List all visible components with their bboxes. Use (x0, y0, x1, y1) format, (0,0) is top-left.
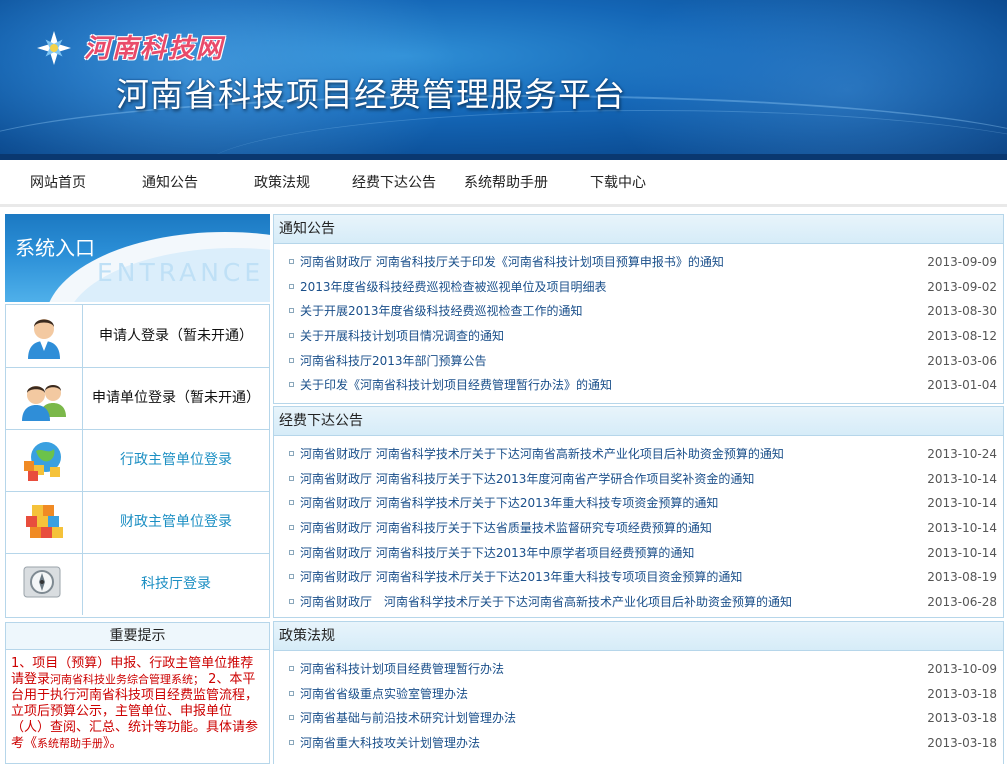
funding-link[interactable]: 河南省财政厅 河南省科技厅关于下达2013年中原学者项目经费预算的通知 (300, 541, 694, 566)
notice-date: 2013-03-06 (927, 353, 997, 368)
list-item: 河南省基础与前沿技术研究计划管理办法 2013-03-18 (274, 706, 1003, 731)
list-item: 河南省财政厅 河南省科学技术厅关于下达河南省高新技术产业化项目后补助资金预算的通… (274, 442, 1003, 467)
funding-panel: 经费下达公告 河南省财政厅 河南省科学技术厅关于下达河南省高新技术产业化项目后补… (273, 406, 1004, 618)
site-logo[interactable]: 河南科技网 (84, 28, 224, 65)
funding-date: 2013-08-19 (927, 570, 997, 585)
policies-list: 河南省科技计划项目经费管理暂行办法 2013-10-09 河南省省级重点实验室管理… (274, 651, 1003, 756)
login-sci-tech-dept[interactable]: 科技厅登录 (6, 553, 269, 615)
notice-link[interactable]: 河南省科技厅2013年部门预算公告 (300, 349, 487, 374)
login-applicant-unit[interactable]: 申请单位登录（暂未开通） (6, 367, 269, 430)
funding-link[interactable]: 河南省财政厅 河南省科学技术厅关于下达河南省高新技术产业化项目后补助资金预算的通… (300, 590, 792, 615)
list-item: 河南省重大科技攻关计划管理办法 2013-03-18 (274, 731, 1003, 756)
policy-date: 2013-03-18 (927, 686, 997, 701)
globe-blocks-icon (24, 442, 61, 481)
login-applicant-unit-label: 申请单位登录（暂未开通） (92, 390, 260, 406)
user-icon (28, 319, 60, 359)
site-title: 河南省科技项目经费管理服务平台 (116, 75, 626, 114)
funding-date: 2013-10-24 (927, 447, 997, 461)
list-item: 河南省科技计划项目经费管理暂行办法 2013-10-09 (274, 657, 1003, 682)
notice-date: 2013-09-09 (927, 255, 997, 269)
login-admin-unit-label: 行政主管单位登录 (120, 452, 232, 468)
list-item: 河南省财政厅 河南省科学技术厅关于下达2013年重大科技专项资金预算的通知 201… (274, 491, 1003, 516)
header-banner: 河南科技网 河南省科技项目经费管理服务平台 (0, 0, 1007, 160)
notice-link[interactable]: 关于印发《河南省科技计划项目经费管理暂行办法》的通知 (300, 373, 612, 398)
nav-notices[interactable]: 通知公告 (142, 172, 198, 192)
entrance-title: 系统入口 (15, 236, 95, 260)
funding-date: 2013-10-14 (927, 496, 997, 511)
policy-link[interactable]: 河南省基础与前沿技术研究计划管理办法 (300, 706, 516, 731)
notice-date: 2013-01-04 (927, 378, 997, 393)
list-item: 河南省科技厅2013年部门预算公告 2013-03-06 (274, 349, 1003, 374)
list-item: 关于印发《河南省科技计划项目经费管理暂行办法》的通知 2013-01-04 (274, 373, 1003, 398)
notice-link[interactable]: 关于开展科技计划项目情况调查的通知 (300, 324, 504, 349)
login-applicant[interactable]: 申请人登录（暂未开通） (6, 305, 269, 368)
policy-date: 2013-03-18 (927, 711, 997, 726)
nav-help-manual[interactable]: 系统帮助手册 (464, 172, 548, 192)
notice-link[interactable]: 河南省财政厅 河南省科技厅关于印发《河南省科技计划项目预算申报书》的通知 (300, 250, 724, 275)
list-item: 河南省财政厅 河南省科学技术厅关于下达河南省高新技术产业化项目后补助资金预算的通… (274, 590, 1003, 615)
list-item: 河南省财政厅 河南省科技厅关于下达2013年中原学者项目经费预算的通知 2013-… (274, 541, 1003, 566)
notice-link[interactable]: 2013年度省级科技经费巡视检查被巡视单位及项目明细表 (300, 275, 607, 300)
entrance-subtitle: ENTRANCE (97, 258, 265, 287)
policies-panel-title: 政策法规 (274, 622, 1003, 651)
nav-downloads[interactable]: 下载中心 (590, 172, 646, 192)
notice-date: 2013-09-02 (927, 279, 997, 294)
important-notice: 重要提示 1、项目（预算）申报、行政主管单位推荐请登录河南省科技业务综合管理系统… (5, 622, 270, 764)
list-item: 关于开展2013年度省级科技经费巡视检查工作的通知 2013-08-30 (274, 299, 1003, 324)
funding-link[interactable]: 河南省财政厅 河南省科技厅关于下达2013年度河南省产学研合作项目奖补资金的通知 (300, 467, 754, 492)
notices-list: 河南省财政厅 河南省科技厅关于印发《河南省科技计划项目预算申报书》的通知 2013… (274, 244, 1003, 398)
login-list: 申请人登录（暂未开通） 申请单位登录（暂未开通） 行政主管单位登录 财政主管单位… (5, 304, 270, 618)
business-system-link[interactable]: 河南省科技业务综合管理系统； (50, 673, 204, 686)
list-item: 河南省财政厅 河南省科技厅关于下达2013年度河南省产学研合作项目奖补资金的通知… (274, 467, 1003, 492)
list-item: 2013年度省级科技经费巡视检查被巡视单位及项目明细表 2013-09-02 (274, 275, 1003, 300)
login-finance-unit-label: 财政主管单位登录 (120, 514, 232, 530)
important-notice-title: 重要提示 (6, 623, 269, 650)
policy-date: 2013-10-09 (927, 662, 997, 676)
funding-date: 2013-06-28 (927, 595, 997, 610)
list-item: 河南省财政厅 河南省科学技术厅关于下达2013年重大科技专项项目资金预算的通知 2… (274, 565, 1003, 590)
important-notice-body: 1、项目（预算）申报、行政主管单位推荐请登录河南省科技业务综合管理系统； 2、本… (11, 656, 259, 751)
funding-date: 2013-10-14 (927, 545, 997, 560)
notice-date: 2013-08-12 (927, 329, 997, 344)
funding-link[interactable]: 河南省财政厅 河南省科学技术厅关于下达河南省高新技术产业化项目后补助资金预算的通… (300, 442, 784, 467)
policy-link[interactable]: 河南省科技计划项目经费管理暂行办法 (300, 657, 504, 682)
login-applicant-label: 申请人登录（暂未开通） (99, 328, 253, 344)
system-entrance-header: 系统入口 ENTRANCE (5, 214, 270, 302)
login-sci-tech-dept-label: 科技厅登录 (141, 576, 211, 592)
notice-date: 2013-08-30 (927, 304, 997, 319)
funding-link[interactable]: 河南省财政厅 河南省科学技术厅关于下达2013年重大科技专项项目资金预算的通知 (300, 565, 742, 590)
policy-link[interactable]: 河南省省级重点实验室管理办法 (300, 682, 468, 707)
help-manual-link[interactable]: 系统帮助手册 (37, 737, 103, 750)
funding-link[interactable]: 河南省财政厅 河南省科学技术厅关于下达2013年重大科技专项资金预算的通知 (300, 491, 718, 516)
policies-panel: 政策法规 河南省科技计划项目经费管理暂行办法 2013-10-09 河南省省级重点… (273, 621, 1004, 764)
funding-date: 2013-10-14 (927, 471, 997, 486)
login-finance-unit[interactable]: 财政主管单位登录 (6, 491, 269, 554)
users-icon (22, 385, 66, 421)
list-item: 河南省财政厅 河南省科技厅关于印发《河南省科技计划项目预算申报书》的通知 2013… (274, 250, 1003, 275)
funding-panel-title: 经费下达公告 (274, 407, 1003, 436)
nav-home[interactable]: 网站首页 (30, 172, 86, 192)
main-nav: 网站首页 通知公告 政策法规 经费下达公告 系统帮助手册 下载中心 (0, 160, 1007, 207)
blocks-icon (26, 505, 63, 538)
notices-panel: 通知公告 河南省财政厅 河南省科技厅关于印发《河南省科技计划项目预算申报书》的通… (273, 214, 1004, 404)
policy-date: 2013-03-18 (927, 736, 997, 751)
policy-link[interactable]: 河南省重大科技攻关计划管理办法 (300, 731, 480, 756)
compass-icon (23, 566, 61, 598)
notices-panel-title: 通知公告 (274, 215, 1003, 244)
list-item: 河南省财政厅 河南省科技厅关于下达省质量技术监督研究专项经费预算的通知 2013-… (274, 516, 1003, 541)
funding-date: 2013-10-14 (927, 521, 997, 536)
funding-list: 河南省财政厅 河南省科学技术厅关于下达河南省高新技术产业化项目后补助资金预算的通… (274, 436, 1003, 615)
notice-link[interactable]: 关于开展2013年度省级科技经费巡视检查工作的通知 (300, 299, 583, 324)
list-item: 河南省省级重点实验室管理办法 2013-03-18 (274, 682, 1003, 707)
nav-policies[interactable]: 政策法规 (254, 172, 310, 192)
star-logo-icon (37, 31, 71, 65)
list-item: 关于开展科技计划项目情况调查的通知 2013-08-12 (274, 324, 1003, 349)
login-admin-unit[interactable]: 行政主管单位登录 (6, 429, 269, 492)
nav-funding-notices[interactable]: 经费下达公告 (352, 172, 436, 192)
funding-link[interactable]: 河南省财政厅 河南省科技厅关于下达省质量技术监督研究专项经费预算的通知 (300, 516, 712, 541)
